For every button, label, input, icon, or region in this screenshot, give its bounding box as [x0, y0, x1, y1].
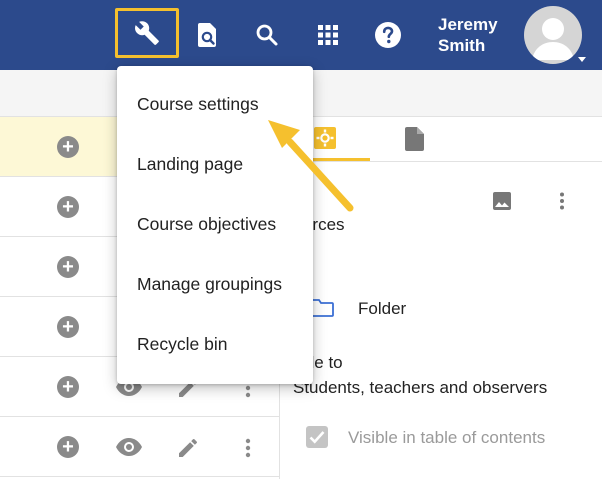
- search-button[interactable]: [245, 13, 289, 57]
- list-item[interactable]: +: [0, 417, 279, 477]
- menu-item-recycle-bin[interactable]: Recycle bin: [117, 314, 313, 374]
- user-silhouette-icon: [532, 18, 574, 60]
- course-tools-menu: Course settings Landing page Course obje…: [117, 66, 313, 384]
- menu-item-course-objectives[interactable]: Course objectives: [117, 194, 313, 254]
- review-document-button[interactable]: [186, 13, 230, 57]
- user-name[interactable]: Jeremy Smith: [438, 14, 520, 56]
- eye-icon[interactable]: [115, 437, 143, 457]
- help-button[interactable]: [366, 13, 410, 57]
- add-icon[interactable]: +: [57, 136, 79, 158]
- more-options-icon[interactable]: [240, 437, 256, 459]
- type-value: Folder: [358, 299, 407, 318]
- document-icon: [405, 127, 424, 151]
- help-icon: [375, 22, 401, 48]
- image-icon[interactable]: [492, 191, 512, 211]
- gear-icon: [314, 126, 336, 149]
- menu-item-manage-groupings[interactable]: Manage groupings: [117, 254, 313, 314]
- chevron-down-icon[interactable]: [578, 57, 586, 62]
- document-search-icon: [198, 23, 216, 47]
- toc-visibility-checkbox[interactable]: [306, 426, 328, 448]
- top-navigation-bar: Jeremy Smith: [0, 0, 602, 70]
- add-icon[interactable]: +: [57, 316, 79, 338]
- apps-grid-icon: [318, 25, 338, 45]
- toc-visibility-label: Visible in table of contents: [348, 428, 546, 447]
- add-icon[interactable]: +: [57, 436, 79, 458]
- visible-to-value: Students, teachers and observers: [293, 378, 548, 397]
- pencil-icon[interactable]: [176, 436, 200, 460]
- more-options-icon[interactable]: [554, 191, 570, 211]
- checkmark-icon: [309, 431, 325, 444]
- add-icon[interactable]: +: [57, 376, 79, 398]
- course-tools-button[interactable]: [115, 8, 179, 58]
- tab-content[interactable]: [370, 117, 460, 161]
- apps-button[interactable]: [306, 13, 350, 57]
- menu-item-landing-page[interactable]: Landing page: [117, 134, 313, 194]
- add-icon[interactable]: +: [57, 256, 79, 278]
- search-icon: [256, 24, 278, 46]
- avatar[interactable]: [524, 6, 582, 64]
- menu-item-course-settings[interactable]: Course settings: [117, 74, 313, 134]
- wrench-icon: [135, 21, 159, 45]
- add-icon[interactable]: +: [57, 196, 79, 218]
- tabs-divider: [280, 161, 602, 162]
